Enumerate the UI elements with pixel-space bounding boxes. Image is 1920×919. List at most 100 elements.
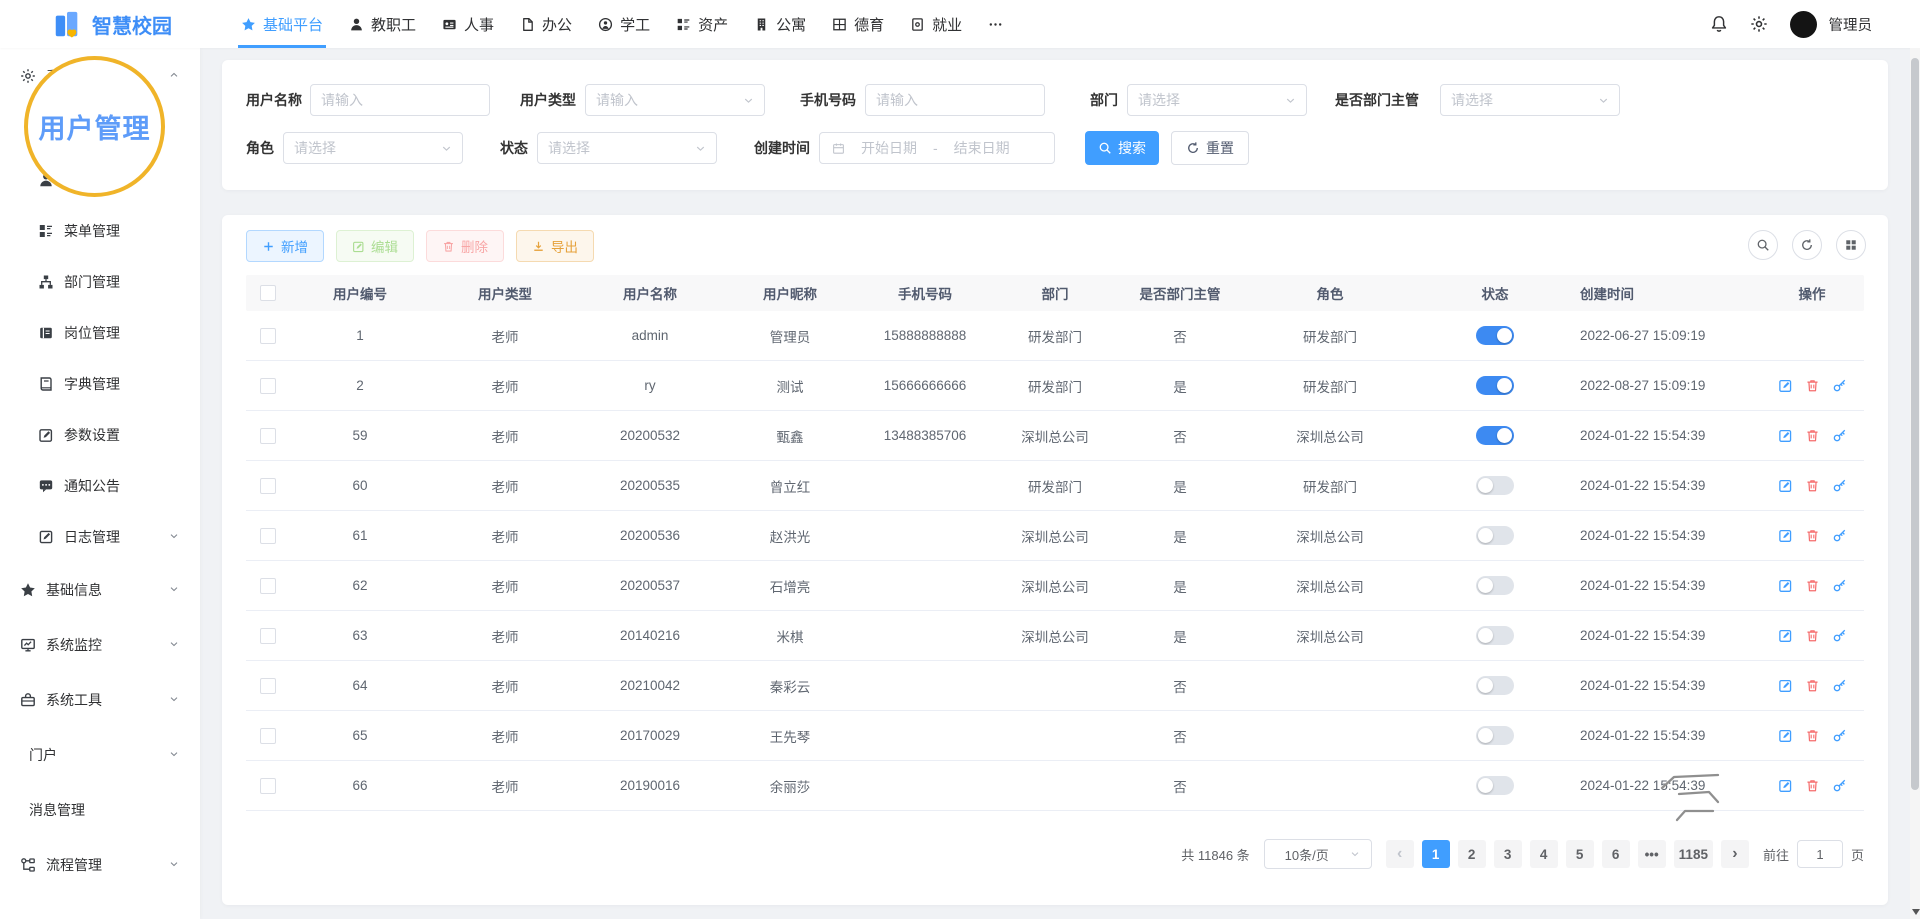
nav-item-1[interactable]: 教职工 — [336, 0, 429, 48]
role-select[interactable]: 请选择 — [283, 132, 463, 164]
status-toggle[interactable] — [1476, 326, 1514, 345]
delete-icon[interactable] — [1805, 728, 1820, 743]
edit-icon[interactable] — [1778, 578, 1793, 593]
page-button-4[interactable]: 4 — [1530, 840, 1558, 868]
edit-icon[interactable] — [1778, 428, 1793, 443]
sidebar-item-8[interactable]: 通知公告 — [0, 460, 200, 511]
status-select[interactable]: 请选择 — [537, 132, 717, 164]
goto-page-input[interactable] — [1797, 840, 1843, 868]
page-button-5[interactable]: 5 — [1566, 840, 1594, 868]
status-toggle[interactable] — [1476, 426, 1514, 445]
row-checkbox[interactable] — [260, 528, 276, 544]
row-checkbox[interactable] — [260, 778, 276, 794]
app-logo[interactable]: 智慧校园 — [0, 9, 200, 39]
delete-icon[interactable] — [1805, 778, 1820, 793]
phone-input[interactable] — [865, 84, 1045, 116]
row-checkbox[interactable] — [260, 728, 276, 744]
status-toggle[interactable] — [1476, 476, 1514, 495]
nav-item-0[interactable]: 基础平台 — [228, 0, 336, 48]
status-toggle[interactable] — [1476, 776, 1514, 795]
edit-icon[interactable] — [1778, 678, 1793, 693]
reset-password-icon[interactable] — [1832, 428, 1847, 443]
page-size-select[interactable]: 10条/页 — [1264, 839, 1372, 869]
delete-button[interactable]: 删除 — [426, 230, 504, 262]
edit-icon[interactable] — [1778, 778, 1793, 793]
table-refresh-button[interactable] — [1792, 230, 1822, 260]
status-toggle[interactable] — [1476, 376, 1514, 395]
nav-item-3[interactable]: 办公 — [507, 0, 585, 48]
next-page-button[interactable]: › — [1721, 840, 1749, 868]
sidebar-item-10[interactable]: 基础信息 — [0, 562, 200, 617]
delete-icon[interactable] — [1805, 428, 1820, 443]
sidebar-item-6[interactable]: 字典管理 — [0, 358, 200, 409]
reset-password-icon[interactable] — [1832, 528, 1847, 543]
nav-item-5[interactable]: 资产 — [663, 0, 741, 48]
nav-more-button[interactable] — [975, 0, 1016, 48]
row-checkbox[interactable] — [260, 678, 276, 694]
delete-icon[interactable] — [1805, 628, 1820, 643]
reset-password-icon[interactable] — [1832, 628, 1847, 643]
bell-icon[interactable] — [1710, 15, 1728, 33]
edit-icon[interactable] — [1778, 528, 1793, 543]
reset-password-icon[interactable] — [1832, 578, 1847, 593]
row-checkbox[interactable] — [260, 428, 276, 444]
nav-item-2[interactable]: 人事 — [429, 0, 507, 48]
page-button-6[interactable]: 6 — [1602, 840, 1630, 868]
sidebar-item-4[interactable]: 部门管理 — [0, 256, 200, 307]
table-search-button[interactable] — [1748, 230, 1778, 260]
row-checkbox[interactable] — [260, 578, 276, 594]
scrollbar[interactable] — [1910, 48, 1920, 919]
dept-select[interactable]: 请选择 — [1127, 84, 1307, 116]
page-button-2[interactable]: 2 — [1458, 840, 1486, 868]
add-button[interactable]: 新增 — [246, 230, 324, 262]
export-button[interactable]: 导出 — [516, 230, 594, 262]
nav-item-7[interactable]: 德育 — [819, 0, 897, 48]
edit-icon[interactable] — [1778, 378, 1793, 393]
edit-button[interactable]: 编辑 — [336, 230, 414, 262]
edit-icon[interactable] — [1778, 628, 1793, 643]
delete-icon[interactable] — [1805, 578, 1820, 593]
reset-button[interactable]: 重置 — [1171, 131, 1249, 165]
date-range-picker[interactable]: 开始日期 - 结束日期 — [819, 132, 1055, 164]
scrollbar-thumb[interactable] — [1911, 58, 1919, 790]
is-manager-select[interactable]: 请选择 — [1440, 84, 1620, 116]
page-button-3[interactable]: 3 — [1494, 840, 1522, 868]
status-toggle[interactable] — [1476, 526, 1514, 545]
delete-icon[interactable] — [1805, 528, 1820, 543]
table-columns-button[interactable] — [1836, 230, 1866, 260]
nav-item-4[interactable]: 学工 — [585, 0, 663, 48]
nav-item-6[interactable]: 公寓 — [741, 0, 819, 48]
edit-icon[interactable] — [1778, 728, 1793, 743]
user-name[interactable]: 管理员 — [1829, 14, 1873, 35]
edit-icon[interactable] — [1778, 478, 1793, 493]
usertype-select[interactable]: 请输入 — [585, 84, 765, 116]
settings-gear-icon[interactable] — [1750, 15, 1768, 33]
sidebar-item-14[interactable]: 消息管理 — [0, 782, 200, 837]
avatar[interactable] — [1790, 11, 1817, 38]
sidebar-item-11[interactable]: 系统监控 — [0, 617, 200, 672]
status-toggle[interactable] — [1476, 726, 1514, 745]
page-ellipsis[interactable]: ••• — [1638, 840, 1666, 868]
sidebar-item-13[interactable]: 门户 — [0, 727, 200, 782]
sidebar-item-5[interactable]: 岗位管理 — [0, 307, 200, 358]
sidebar-item-15[interactable]: 流程管理 — [0, 837, 200, 892]
reset-password-icon[interactable] — [1832, 728, 1847, 743]
sidebar-item-7[interactable]: 参数设置 — [0, 409, 200, 460]
row-checkbox[interactable] — [260, 378, 276, 394]
prev-page-button[interactable]: ‹ — [1386, 840, 1414, 868]
page-button-1185[interactable]: 1185 — [1674, 840, 1713, 868]
reset-password-icon[interactable] — [1832, 778, 1847, 793]
delete-icon[interactable] — [1805, 378, 1820, 393]
row-checkbox[interactable] — [260, 478, 276, 494]
username-input[interactable] — [310, 84, 490, 116]
search-button[interactable]: 搜索 — [1085, 131, 1159, 165]
reset-password-icon[interactable] — [1832, 378, 1847, 393]
select-all-checkbox[interactable] — [260, 285, 276, 301]
delete-icon[interactable] — [1805, 678, 1820, 693]
row-checkbox[interactable] — [260, 628, 276, 644]
delete-icon[interactable] — [1805, 478, 1820, 493]
scrollbar-down-arrow[interactable] — [1912, 909, 1920, 915]
nav-item-8[interactable]: 就业 — [897, 0, 975, 48]
status-toggle[interactable] — [1476, 676, 1514, 695]
reset-password-icon[interactable] — [1832, 678, 1847, 693]
